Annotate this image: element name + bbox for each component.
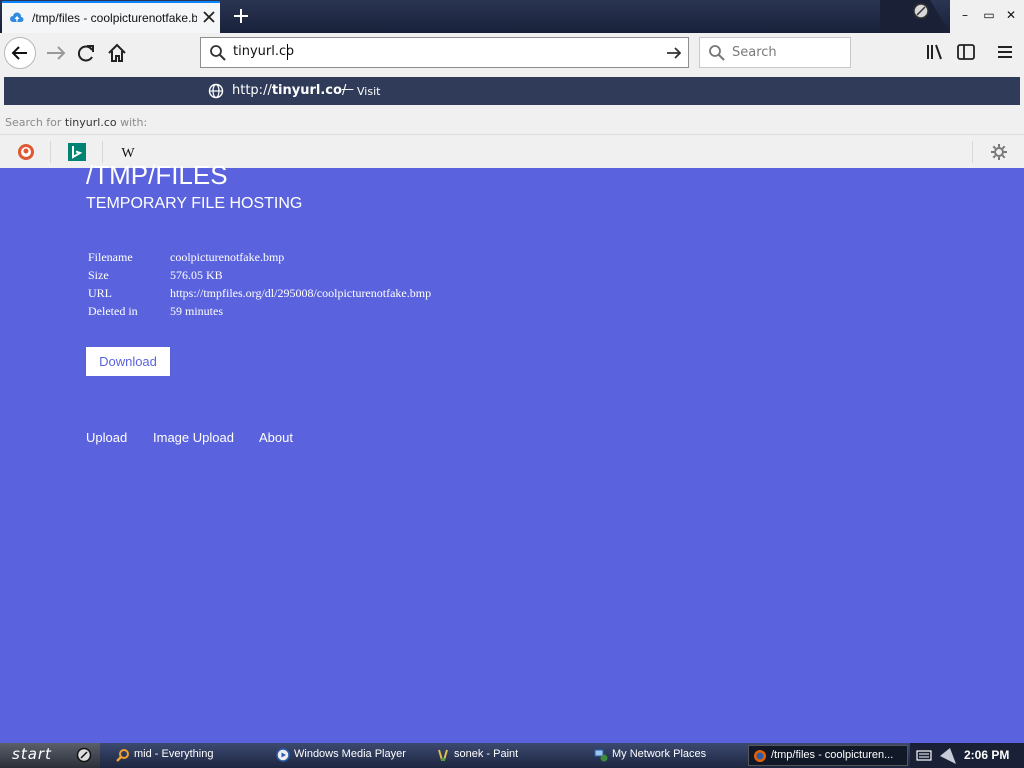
clock: 2:06 PM [964,748,1010,762]
duckduckgo-icon[interactable] [16,142,36,162]
task-title: mid - Everything [134,748,214,760]
url-suggestion[interactable]: http://tinyurl.co/ — Visit [4,77,1020,105]
go-arrow-icon[interactable] [665,45,683,61]
forward-button[interactable] [40,37,72,69]
bing-icon[interactable] [67,142,87,162]
url-dropdown: http://tinyurl.co/ — Visit Search for ti… [0,73,1024,169]
browser-tab[interactable]: /tmp/files - coolpicturenotfake.bmp [2,1,220,33]
paint-icon [438,749,448,761]
search-for-label: Search for tinyurl.co with: [5,116,148,129]
url-bar[interactable]: tinyurl.co [200,37,689,68]
search-icon [116,749,129,762]
page-content: /TMP/FILES TEMPORARY FILE HOSTING Filena… [0,160,1024,743]
search-icon [210,45,226,61]
menu-icon[interactable] [994,41,1016,63]
firefox-icon [754,750,766,762]
start-label: start [12,745,52,763]
task-title: sonek - Paint [454,748,519,760]
task-title: My Network Places [612,748,707,760]
sidebar-icon[interactable] [955,41,977,63]
about-link[interactable]: About [259,430,293,445]
arrow-left-icon [11,46,27,60]
search-placeholder: Search [732,45,777,60]
search-box[interactable]: Search [699,37,851,68]
page-title: /TMP/FILES [86,160,228,190]
page-subtitle: TEMPORARY FILE HOSTING [86,195,303,212]
filename-label: Filename [88,250,133,264]
close-window-button[interactable]: ✕ [1002,8,1020,24]
gear-icon[interactable] [989,142,1009,162]
logo-icon [76,747,92,763]
tab-title: /tmp/files - coolpicturenotfake.bmp [32,11,197,25]
library-icon[interactable] [924,41,946,63]
restore-button[interactable]: ▭ [980,8,998,24]
tray-arrow-icon[interactable] [938,746,958,766]
task-everything[interactable]: mid - Everything [112,745,262,766]
home-icon[interactable] [101,37,133,69]
task-title: Windows Media Player [294,748,406,760]
svg-text:W: W [121,146,135,161]
keyboard-icon[interactable] [916,748,932,762]
search-icon [709,45,725,61]
size-label: Size [88,268,109,282]
download-button[interactable]: Download [86,347,170,376]
task-media-player[interactable]: Windows Media Player [272,745,427,766]
deleted-in-value: 59 minutes [170,304,223,318]
suggestion-url: http://tinyurl.co/ [232,83,347,98]
size-value: 576.05 KB [170,268,223,282]
minimize-button[interactable]: – [956,8,974,24]
url-input[interactable]: tinyurl.co [233,44,294,59]
globe-icon [208,83,224,99]
media-player-icon [276,748,290,762]
window-controls: – ▭ ✕ [950,0,1024,33]
url-label: URL [88,286,112,300]
filename-value: coolpicturenotfake.bmp [170,250,285,264]
task-network-places[interactable]: My Network Places [590,745,740,766]
suggestion-dash: — [341,82,354,97]
suggestion-action: Visit [357,85,381,98]
text-caret [287,44,288,60]
titlebar-decoration [880,0,950,33]
deleted-in-label: Deleted in [88,304,138,318]
task-title: /tmp/files - coolpicturen... [771,749,894,761]
url-value: https://tmpfiles.org/dl/295008/coolpictu… [170,286,432,300]
cloud-upload-icon [10,12,24,22]
task-paint[interactable]: sonek - Paint [432,745,582,766]
tab-bar: /tmp/files - coolpicturenotfake.bmp – ▭ … [0,0,1024,33]
wikipedia-icon[interactable]: W [118,142,138,162]
upload-link[interactable]: Upload [86,430,127,445]
image-upload-link[interactable]: Image Upload [153,430,234,445]
reload-icon[interactable] [70,37,102,69]
new-tab-icon[interactable] [230,5,252,27]
back-button[interactable] [4,37,36,69]
close-tab-icon[interactable] [200,8,218,26]
divider [50,141,51,163]
start-button[interactable]: start [0,743,100,768]
task-firefox-active[interactable]: /tmp/files - coolpicturen... [748,745,908,766]
divider [972,141,973,163]
taskbar: start mid - Everything Windows Media Pla… [0,743,1024,768]
network-icon [594,749,608,762]
nav-bar: tinyurl.co Search [0,33,1024,73]
